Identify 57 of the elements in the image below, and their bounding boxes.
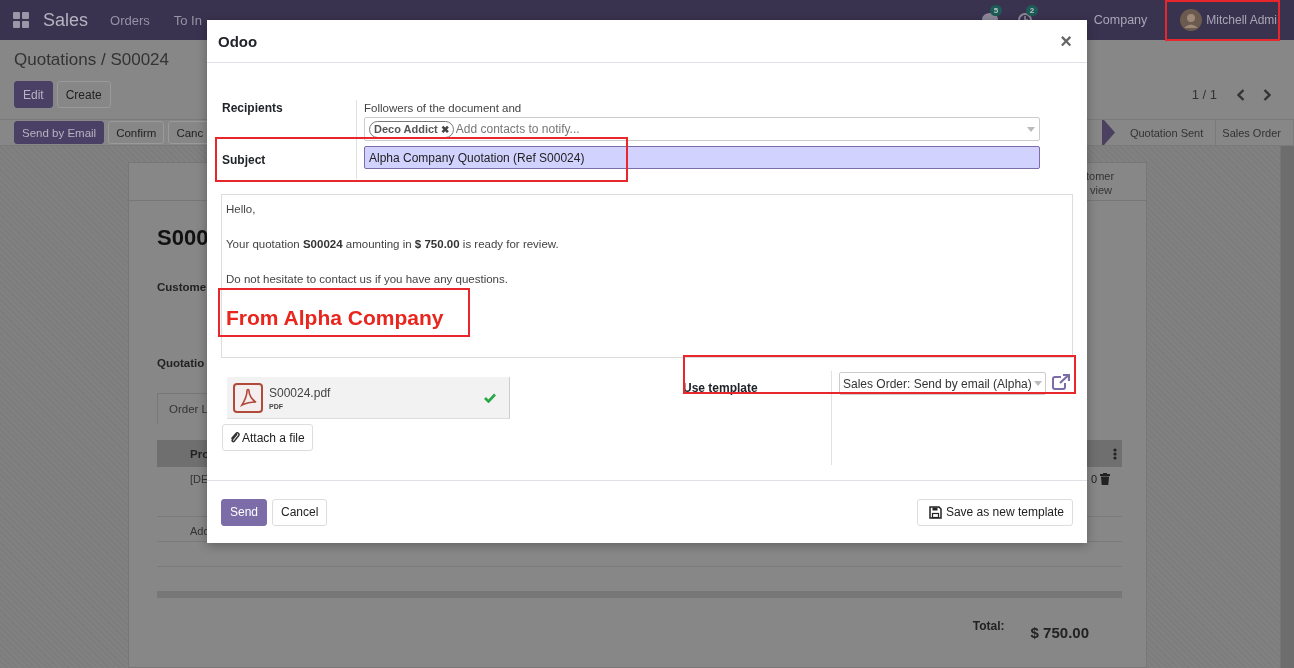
action-button[interactable]: Confirm	[108, 121, 165, 144]
file-name: S00024.pdf	[269, 385, 332, 400]
paperclip-icon	[230, 431, 240, 444]
total-amount: $ 750.00	[1030, 623, 1089, 641]
pdf-file-icon	[233, 382, 263, 413]
previous-icon[interactable]	[1237, 88, 1245, 101]
status-stage[interactable]: Sales Order	[1216, 120, 1294, 145]
tag-label: Deco Addict	[374, 123, 438, 135]
external-link-icon[interactable]	[1051, 374, 1070, 390]
button-label: tomer	[1086, 169, 1116, 183]
menu-item[interactable]: To In	[173, 12, 202, 28]
attach-file-button[interactable]: Attach a file	[222, 424, 313, 451]
field-label: Custome	[157, 281, 207, 293]
count-badge: 5	[989, 5, 1003, 16]
menu-item[interactable]: Orders	[110, 12, 150, 28]
field-label: Recipients	[221, 100, 284, 117]
total-label: Total:	[972, 619, 1005, 635]
signature-text: From Alpha Company	[226, 306, 444, 330]
dropdown-caret-icon[interactable]	[1027, 126, 1035, 132]
scrollbar[interactable]	[1280, 146, 1294, 668]
status-stage[interactable]: Quotation Sent	[1123, 120, 1217, 145]
recipients-field[interactable]: Deco Addict ✖ Add contacts to notify...	[364, 117, 1040, 141]
subject-field[interactable]: Alpha Company Quotation (Ref S00024)	[364, 146, 1040, 169]
button-label: view	[1089, 183, 1113, 197]
pager-value: 1 / 1	[1191, 87, 1217, 102]
kebab-icon[interactable]	[1113, 447, 1117, 460]
recipients-text: Followers of the document and	[364, 101, 523, 116]
dialog-title: Odoo	[218, 32, 258, 50]
company-switcher[interactable]: Company	[1093, 13, 1148, 27]
action-button[interactable]: Edit	[14, 81, 53, 108]
avatar-icon[interactable]	[1180, 9, 1203, 31]
template-select[interactable]: Sales Order: Send by email (Alpha)	[839, 372, 1046, 395]
user-name[interactable]: Mitchell Admi	[1206, 13, 1277, 27]
breadcrumb: Quotations / S00024	[14, 50, 170, 71]
message-paragraph: Hello,	[226, 202, 257, 217]
current-stage-tip	[1101, 120, 1116, 145]
close-button[interactable]: ×	[1056, 31, 1076, 51]
footer-button[interactable]: Send	[221, 498, 268, 526]
footer-button[interactable]: Save as new template	[916, 498, 1073, 526]
remove-icon[interactable]: ✖	[440, 123, 449, 135]
message-paragraph: Your quotation S00024 amounting in $ 750.00 is ready for review.	[226, 237, 560, 252]
message-editor[interactable]: Hello, Your quotation S00024 amounting in $ 750.00 is ready for review. Do not hesitate to contact us if you have any questions. From Alpha Company	[221, 194, 1073, 358]
apps-menu-icon[interactable]	[13, 12, 29, 28]
field-label: Subject	[221, 152, 267, 169]
message-paragraph: Do not hesitate to contact us if you have any questions.	[226, 272, 509, 287]
action-button[interactable]: Send by Email	[14, 121, 105, 144]
action-button[interactable]: Create	[56, 81, 111, 108]
count-badge: 2	[1025, 5, 1039, 16]
app-title: Sales	[43, 9, 89, 31]
table-cell-text: [DE	[190, 473, 210, 485]
footer-button[interactable]: Cancel	[272, 498, 328, 526]
trash-icon[interactable]	[1100, 473, 1110, 485]
dropdown-caret-icon[interactable]	[1033, 381, 1042, 386]
field-label: Quotatio	[157, 357, 205, 369]
table-cell: 0	[1090, 473, 1097, 485]
next-icon[interactable]	[1263, 88, 1271, 101]
record-title: S000	[157, 225, 209, 252]
